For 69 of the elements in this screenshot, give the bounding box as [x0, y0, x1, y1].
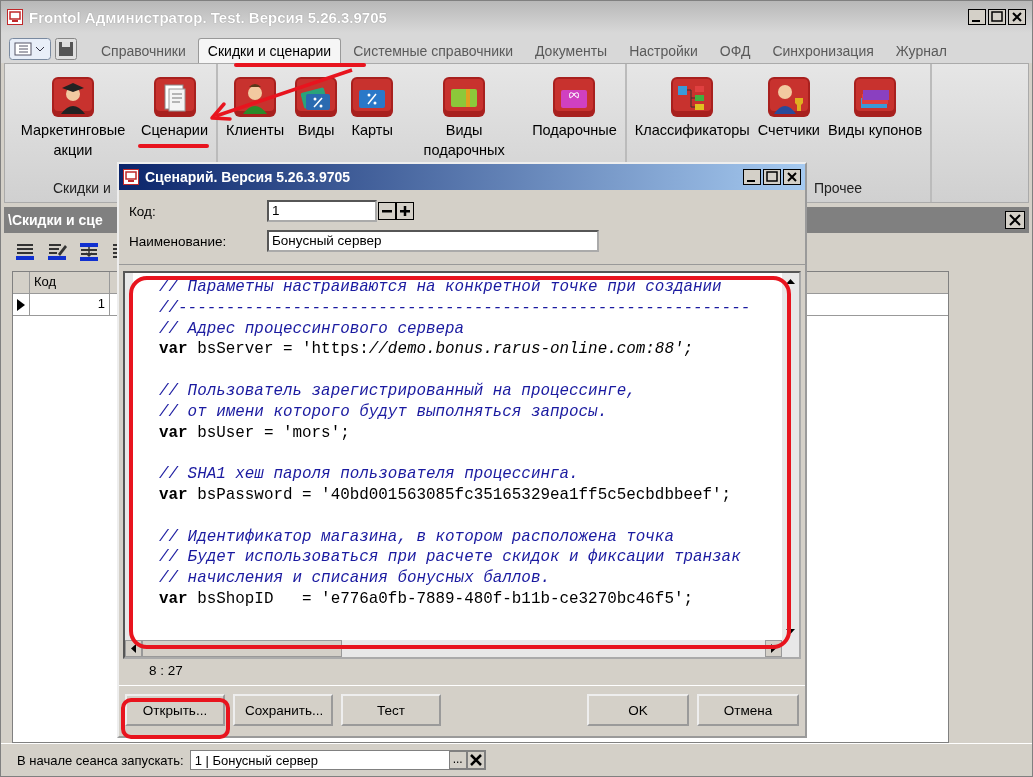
code-line: var bsPassword = '40bd001563085fc35165329ea1ff5c5ecbdbbeef'; [159, 484, 733, 506]
cursor-position: 8 : 27 [148, 662, 184, 680]
ribbon-button[interactable]: Счетчики [753, 64, 824, 140]
column-header[interactable]: Код [30, 272, 110, 293]
app-icon [123, 169, 139, 185]
group-label: Прочее [812, 180, 864, 198]
dialog-button[interactable]: Отмена [697, 694, 799, 726]
maximize-icon[interactable] [988, 9, 1006, 25]
edit-icon[interactable] [46, 241, 68, 263]
import-icon[interactable] [78, 241, 100, 263]
menu-tab[interactable]: Журнал [885, 38, 957, 63]
dialog-title: Сценарий. Версия 5.26.3.9705 [145, 169, 352, 185]
code-comment: //------------------------------------------------------------ [159, 297, 752, 319]
maximize-icon[interactable] [763, 169, 781, 185]
dialog-button[interactable]: Тест [341, 694, 441, 726]
code-comment: // Пользователь зарегистрированный на процессинге, [159, 381, 637, 402]
ribbon-button[interactable]: Сценарии [137, 64, 212, 140]
ribbon-button[interactable]: Подарочные [528, 64, 621, 140]
ribbon-button[interactable]: Классификаторы [630, 64, 754, 140]
app-icon [7, 9, 23, 25]
list-icon[interactable] [14, 241, 36, 263]
group-label: Скидки и [52, 180, 112, 198]
menu-tab[interactable]: Системные справочники [343, 38, 523, 63]
menu-tab[interactable]: Настройки [619, 38, 708, 63]
plus-icon[interactable] [396, 202, 414, 220]
ribbon-button[interactable]: Клиенты [222, 64, 289, 140]
row-pointer-icon [17, 298, 25, 311]
menu-tab[interactable]: Скидки и сценарии [197, 38, 342, 63]
field-label: Код: [129, 203, 157, 219]
code-comment: // Идентификатор магазина, в котором расположена точка [159, 526, 675, 548]
code-field[interactable]: 1 [267, 200, 377, 222]
minimize-icon[interactable] [968, 9, 986, 25]
code-line: var bsShopID = 'e776a0fb-7889-480f-b11b-ce3270bc46f5'; [159, 588, 694, 610]
graduate-icon [49, 76, 97, 120]
close-icon[interactable] [783, 169, 801, 185]
name-field[interactable]: Бонусный сервер [267, 230, 599, 252]
dialog-button[interactable]: Сохранить... [233, 694, 333, 726]
field-label: Наименование: [129, 233, 228, 249]
code-comment: // SHA1 хеш пароля пользователя процессинга. [159, 464, 580, 485]
save-icon[interactable] [55, 38, 77, 60]
clear-icon[interactable] [466, 751, 485, 769]
panel-title: \Скидки и сце [8, 212, 103, 228]
table-cell: 1 [30, 294, 110, 315]
code-comment: // Адрес процессингового сервера [159, 318, 466, 340]
highlight-underline [138, 144, 209, 148]
ribbon-button[interactable]: Виды купонов [823, 64, 927, 140]
menu-tab[interactable]: Справочники [91, 38, 196, 63]
dialog-button[interactable]: OK [587, 694, 689, 726]
close-icon[interactable] [1005, 211, 1025, 229]
ribbon-button[interactable]: Виды [288, 64, 345, 140]
code-line: var bsServer = 'https://demo.bonus.rarus-online.com:88'; [159, 339, 695, 361]
minus-icon[interactable] [378, 202, 396, 220]
minimize-icon[interactable] [743, 169, 761, 185]
code-line: var bsUser = 'mors'; [159, 422, 351, 444]
window-title: Frontol Администратор. Test. Версия 5.26.3.9705 [29, 8, 388, 26]
field-label: В начале сеанса запускать: [17, 752, 184, 768]
menu-tab[interactable]: Синхронизация [762, 38, 884, 63]
scenario-field[interactable]: 1 | Бонусный сервер ... [189, 750, 486, 770]
browse-button[interactable]: ... [448, 751, 467, 769]
ribbon-button[interactable]: Маркетинговые акции [9, 64, 137, 160]
menu-tab[interactable]: ОФД [709, 38, 761, 63]
code-comment: // от имени которого будут выполняться запросы. [159, 401, 609, 423]
ribbon-button[interactable]: Карты [344, 64, 401, 140]
code-comment: // Будет использоваться при расчете скидок и фиксации транзак [159, 547, 742, 569]
close-icon[interactable] [1008, 9, 1026, 25]
ribbon-button[interactable]: Виды подарочных [400, 64, 529, 160]
view-menu-icon[interactable] [9, 38, 51, 60]
menu-tab[interactable]: Документы [525, 38, 618, 63]
code-comment: // начисления и списания бонусных баллов. [159, 568, 551, 589]
